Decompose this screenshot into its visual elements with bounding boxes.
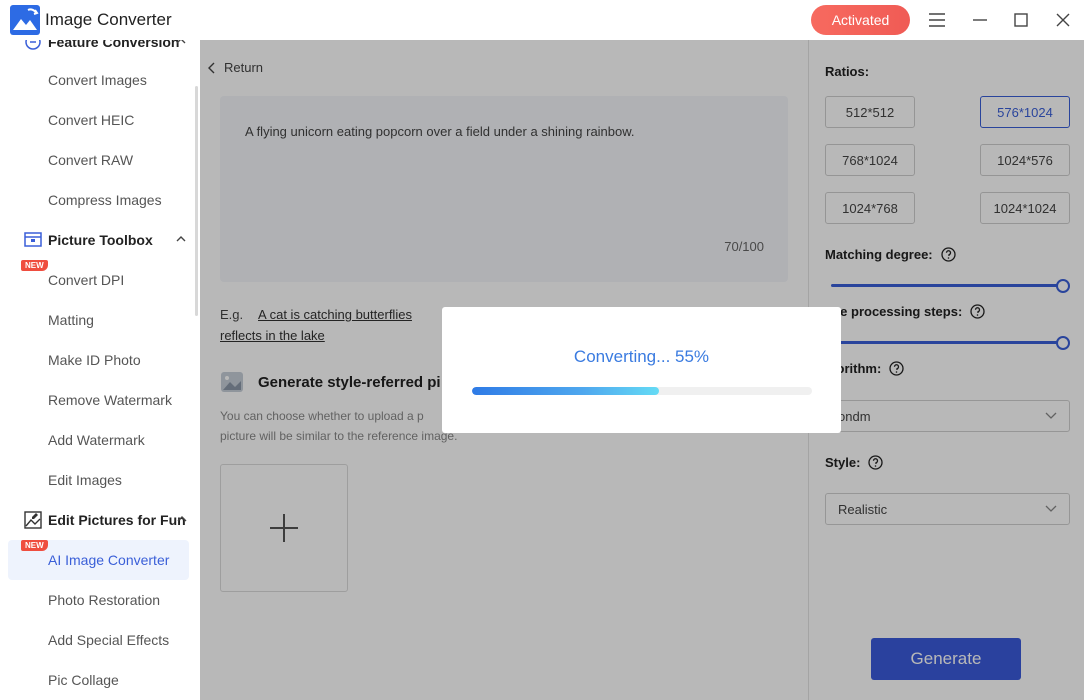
app-logo-icon <box>10 5 40 35</box>
sidebar-item-compress-images[interactable]: Compress Images <box>8 180 189 220</box>
chevron-up-icon <box>177 516 187 522</box>
sidebar-item-add-watermark[interactable]: Add Watermark <box>8 420 189 460</box>
sidebar-item-photo-restoration[interactable]: Photo Restoration <box>8 580 189 620</box>
new-badge: NEW <box>21 260 48 271</box>
sidebar-item-label: AI Image Converter <box>48 552 170 568</box>
maximize-icon[interactable] <box>1009 8 1033 32</box>
sidebar-item-convert-raw[interactable]: Convert RAW <box>8 140 189 180</box>
sidebar: Feature Conversion Convert Images Conver… <box>0 40 200 700</box>
feature-conversion-icon <box>25 40 41 50</box>
group-picture-toolbox[interactable]: Picture Toolbox <box>24 230 186 250</box>
edit-pictures-icon <box>24 511 42 529</box>
sidebar-scrollbar[interactable] <box>195 86 198 316</box>
app-title: Image Converter <box>45 10 172 29</box>
close-icon[interactable] <box>1051 8 1075 32</box>
sidebar-item-convert-heic[interactable]: Convert HEIC <box>8 100 189 140</box>
progress-bar <box>472 387 812 395</box>
title-bar: Image Converter Activated <box>0 0 1084 40</box>
chevron-up-icon <box>176 236 186 242</box>
sidebar-item-convert-images[interactable]: Convert Images <box>8 60 189 100</box>
activated-button[interactable]: Activated <box>811 5 910 35</box>
new-badge: NEW <box>21 540 48 551</box>
sidebar-item-pic-collage[interactable]: Pic Collage <box>8 660 189 700</box>
menu-icon[interactable] <box>925 8 949 32</box>
sidebar-item-make-id-photo[interactable]: Make ID Photo <box>8 340 189 380</box>
group-label: Feature Conversion <box>48 40 180 50</box>
sidebar-item-convert-dpi[interactable]: NEW Convert DPI <box>8 260 189 300</box>
sidebar-item-edit-images[interactable]: Edit Images <box>8 460 189 500</box>
minimize-icon[interactable] <box>968 8 992 32</box>
progress-fill <box>472 387 659 395</box>
sidebar-item-label: Convert DPI <box>48 272 125 288</box>
sidebar-item-add-special-effects[interactable]: Add Special Effects <box>8 620 189 660</box>
converting-dialog: Converting... 55% <box>442 307 841 433</box>
converting-status: Converting... 55% <box>573 347 710 366</box>
sidebar-item-ai-image-converter[interactable]: NEW AI Image Converter <box>8 540 189 580</box>
group-feature-conversion[interactable]: Feature Conversion <box>24 40 186 52</box>
sidebar-item-remove-watermark[interactable]: Remove Watermark <box>8 380 189 420</box>
group-label: Picture Toolbox <box>48 232 153 248</box>
sidebar-item-matting[interactable]: Matting <box>8 300 189 340</box>
group-label: Edit Pictures for Fun <box>48 512 186 528</box>
chevron-up-icon <box>176 40 186 44</box>
group-edit-pictures-for-fun[interactable]: Edit Pictures for Fun <box>24 510 187 530</box>
toolbox-icon <box>24 232 42 247</box>
